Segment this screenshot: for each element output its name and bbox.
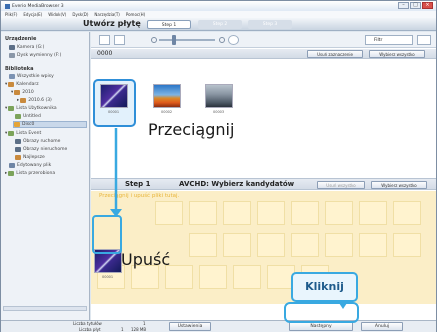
click-callout: Kliknij xyxy=(291,272,358,302)
app-window: Everio MediaBrowser 3 – □ × Plik(F) Edyc… xyxy=(0,0,437,332)
drag-arrow xyxy=(110,128,122,217)
drop-target-highlight xyxy=(92,215,122,254)
